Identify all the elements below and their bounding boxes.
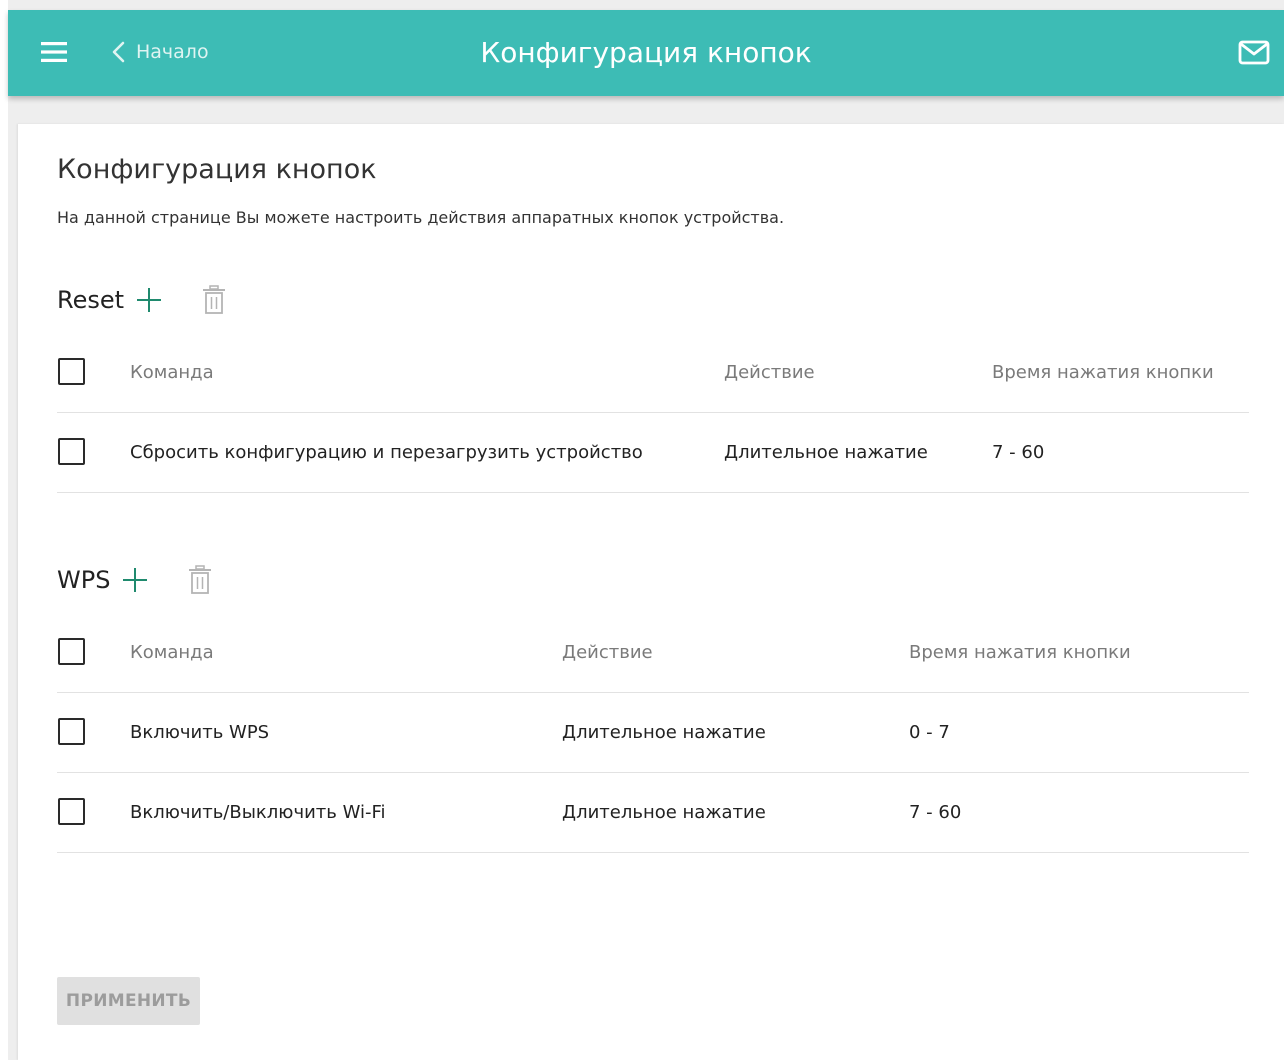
section-title: WPS (57, 566, 111, 594)
row-press-time: 0 - 7 (909, 722, 950, 743)
column-header-press-time: Время нажатия кнопки (992, 362, 1214, 383)
select-all-checkbox[interactable] (58, 358, 85, 385)
plus-icon[interactable] (134, 285, 164, 315)
column-header-action: Действие (724, 362, 815, 383)
table-row[interactable]: Включить/Выключить Wi-Fi Длительное нажа… (57, 773, 1249, 853)
row-command: Сбросить конфигурацию и перезагрузить ус… (130, 442, 643, 463)
column-header-command: Команда (130, 362, 214, 383)
column-header-press-time: Время нажатия кнопки (909, 642, 1131, 663)
apply-button[interactable]: ПРИМЕНИТЬ (57, 977, 200, 1025)
row-press-time: 7 - 60 (992, 442, 1045, 463)
row-press-time: 7 - 60 (909, 802, 962, 823)
row-action: Длительное нажатие (562, 722, 766, 743)
content-card: Конфигурация кнопок На данной странице В… (18, 124, 1284, 1060)
row-action: Длительное нажатие (562, 802, 766, 823)
reset-table: Команда Действие Время нажатия кнопки Сб… (57, 333, 1249, 493)
top-bar: Начало Конфигурация кнопок (8, 10, 1284, 96)
header-title: Конфигурация кнопок (480, 36, 812, 69)
wps-table: Команда Действие Время нажатия кнопки Вк… (57, 613, 1249, 853)
section-title: Reset (57, 286, 125, 314)
row-action: Длительное нажатие (724, 442, 928, 463)
section-header-wps: WPS (57, 563, 212, 597)
column-header-action: Действие (562, 642, 653, 663)
trash-icon[interactable] (188, 565, 212, 595)
row-checkbox[interactable] (58, 798, 85, 825)
table-row[interactable]: Сбросить конфигурацию и перезагрузить ус… (57, 413, 1249, 493)
row-checkbox[interactable] (58, 718, 85, 745)
column-header-command: Команда (130, 642, 214, 663)
table-header-row: Команда Действие Время нажатия кнопки (57, 333, 1249, 413)
trash-icon[interactable] (202, 285, 226, 315)
table-row[interactable]: Включить WPS Длительное нажатие 0 - 7 (57, 693, 1249, 773)
page-title: Конфигурация кнопок (57, 154, 377, 185)
row-command: Включить/Выключить Wi-Fi (130, 802, 386, 823)
mail-envelope-icon[interactable] (1238, 40, 1270, 66)
table-header-row: Команда Действие Время нажатия кнопки (57, 613, 1249, 693)
row-checkbox[interactable] (58, 438, 85, 465)
select-all-checkbox[interactable] (58, 638, 85, 665)
row-command: Включить WPS (130, 722, 270, 743)
page-description: На данной странице Вы можете настроить д… (57, 208, 785, 227)
section-header-reset: Reset (57, 283, 226, 317)
plus-icon[interactable] (120, 565, 150, 595)
